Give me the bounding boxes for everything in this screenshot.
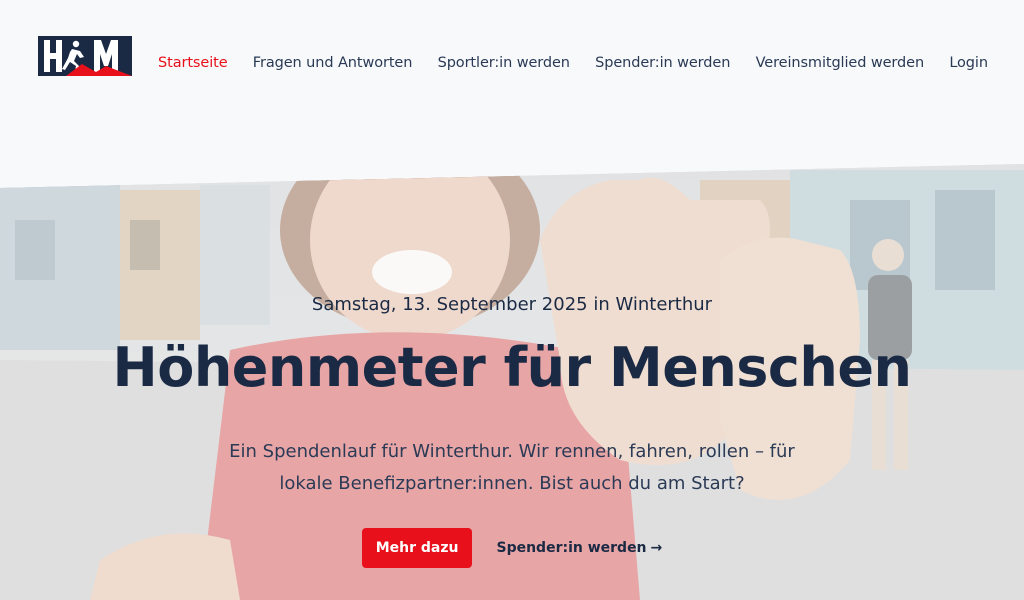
spender-werden-label: Spender:in werden bbox=[496, 540, 647, 556]
main-nav: Startseite Fragen und Antworten Sportler… bbox=[158, 55, 988, 71]
hfm-logo[interactable] bbox=[38, 36, 132, 76]
nav-item-vereinsmitglied[interactable]: Vereinsmitglied werden bbox=[756, 55, 925, 71]
page-title: Höhenmeter für Menschen bbox=[112, 336, 912, 399]
hero-actions: Mehr dazu Spender:in werden → bbox=[0, 528, 1024, 568]
event-date: Samstag, 13. September 2025 in Winterthu… bbox=[311, 294, 713, 315]
nav-item-faq[interactable]: Fragen und Antworten bbox=[253, 55, 413, 71]
spender-werden-link[interactable]: Spender:in werden → bbox=[496, 540, 662, 556]
nav-item-sportler[interactable]: Sportler:in werden bbox=[438, 55, 570, 71]
nav-item-spender[interactable]: Spender:in werden bbox=[595, 55, 730, 71]
hero-lead-text: Ein Spendenlauf für Winterthur. Wir renn… bbox=[229, 441, 795, 494]
site-header: Startseite Fragen und Antworten Sportler… bbox=[0, 0, 1024, 130]
nav-item-startseite[interactable]: Startseite bbox=[158, 55, 228, 71]
arrow-right-icon: → bbox=[650, 540, 663, 556]
hero-content: Samstag, 13. September 2025 in Winterthu… bbox=[0, 164, 1024, 600]
mehr-dazu-button[interactable]: Mehr dazu bbox=[361, 528, 473, 568]
hero-section: Samstag, 13. September 2025 in Winterthu… bbox=[0, 164, 1024, 600]
nav-item-login[interactable]: Login bbox=[949, 55, 988, 71]
